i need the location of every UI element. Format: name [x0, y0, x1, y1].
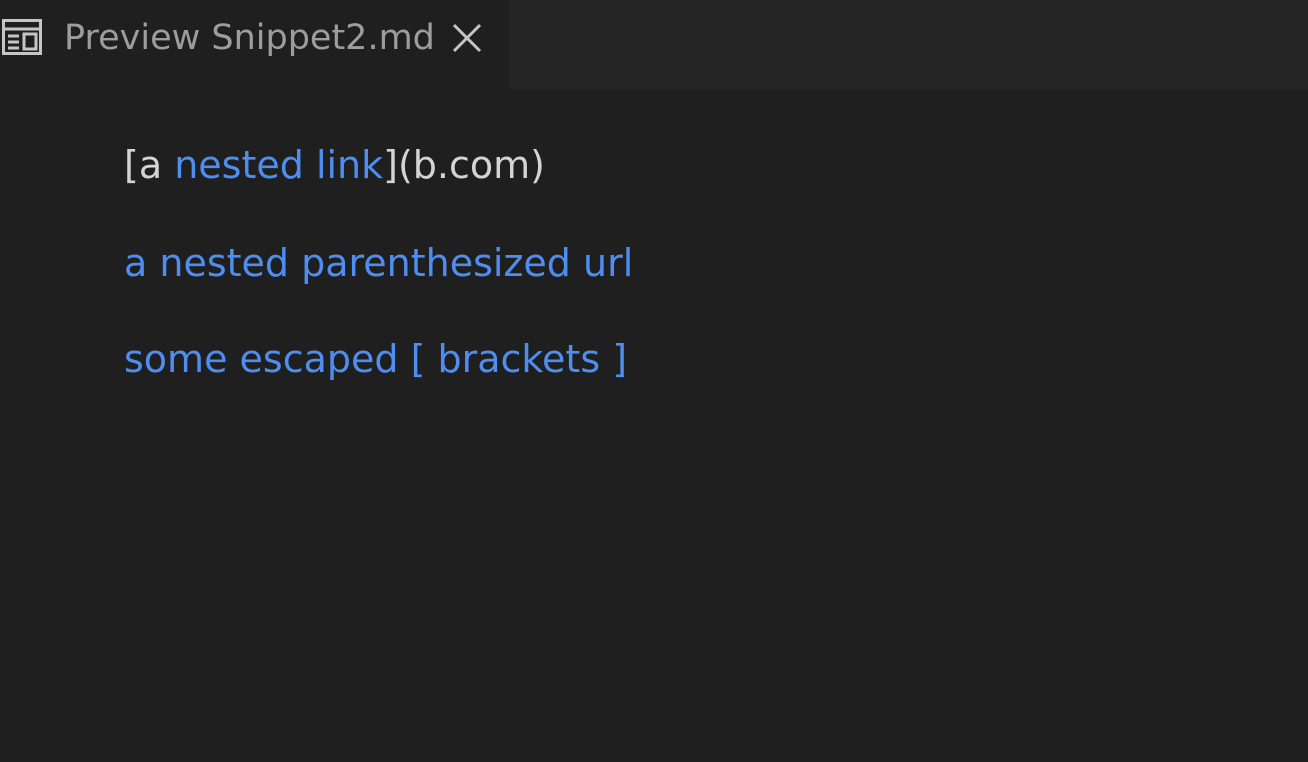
parenthesized-url-link[interactable]: a nested parenthesized url — [124, 241, 633, 285]
paragraph-parenthesized-url: a nested parenthesized url — [124, 238, 633, 288]
preview-icon — [2, 19, 42, 55]
markdown-preview: [a nested link](b.com) a nested parenthe… — [0, 89, 1308, 762]
tab-preview-snippet2[interactable]: Preview Snippet2.md — [0, 0, 509, 89]
text-suffix: ](b.com) — [383, 143, 545, 187]
nested-link[interactable]: nested link — [174, 143, 383, 187]
tab-bar: Preview Snippet2.md — [0, 0, 1308, 89]
paragraph-nested-link: [a nested link](b.com) — [124, 140, 545, 190]
text-prefix: [a — [124, 143, 175, 187]
escaped-brackets-link[interactable]: some escaped [ brackets ] — [124, 337, 627, 381]
tab-title: Preview Snippet2.md — [64, 18, 435, 58]
paragraph-escaped-brackets: some escaped [ brackets ] — [124, 334, 627, 384]
close-icon[interactable] — [452, 23, 482, 53]
